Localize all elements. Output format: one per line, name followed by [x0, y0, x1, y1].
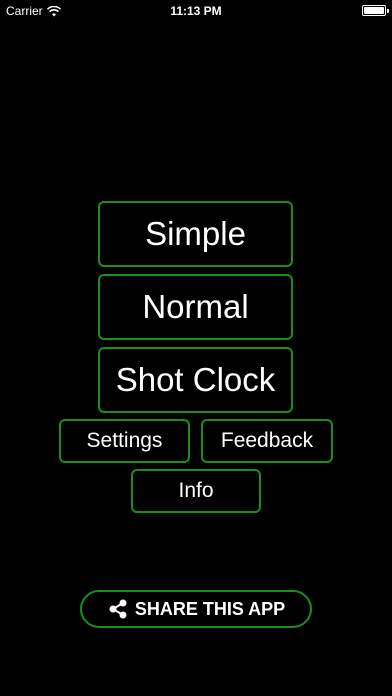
simple-button[interactable]: Simple — [98, 201, 293, 267]
status-bar: Carrier 11:13 PM — [0, 0, 392, 22]
share-app-button[interactable]: SHARE THIS APP — [80, 590, 312, 628]
settings-button[interactable]: Settings — [59, 419, 190, 463]
info-button[interactable]: Info — [131, 469, 261, 513]
share-icon — [109, 599, 127, 619]
battery-fill — [364, 7, 384, 14]
shot-clock-button[interactable]: Shot Clock — [98, 347, 293, 413]
status-time: 11:13 PM — [170, 4, 222, 18]
feedback-button[interactable]: Feedback — [201, 419, 333, 463]
normal-button[interactable]: Normal — [98, 274, 293, 340]
share-label: SHARE THIS APP — [134, 598, 286, 619]
battery-icon — [362, 5, 389, 16]
